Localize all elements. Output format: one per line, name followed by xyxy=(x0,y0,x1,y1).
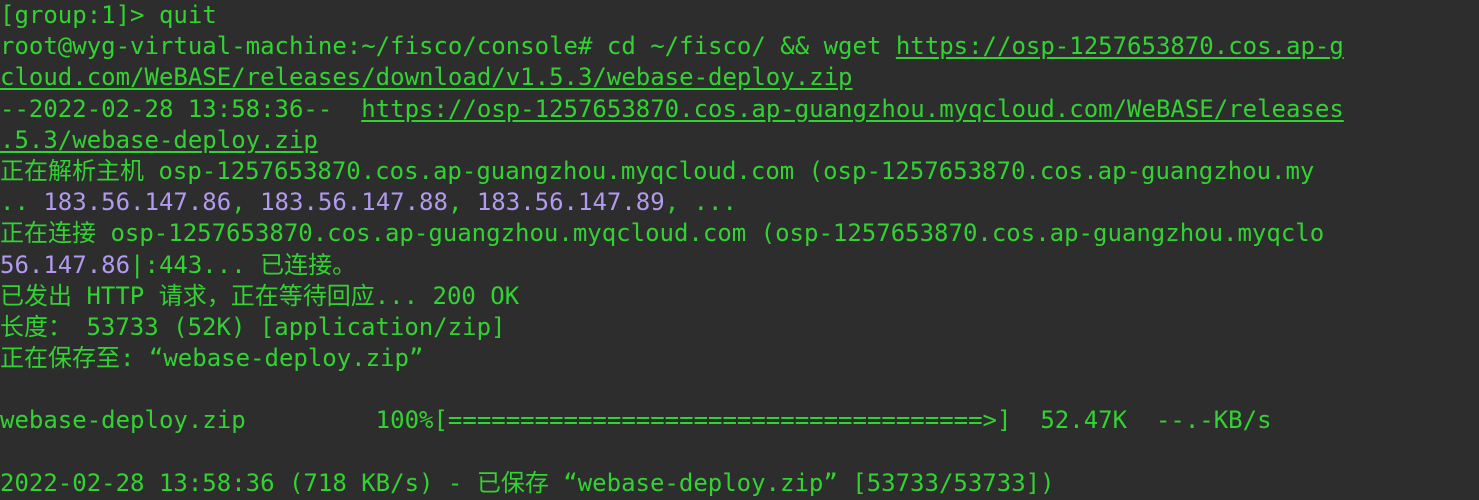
ip-separator: , xyxy=(231,188,261,217)
terminal-line-connecting: 正在连接 osp-1257653870.cos.ap-guangzhou.myq… xyxy=(0,219,1325,248)
download-url-link-continued[interactable]: cloud.com/WeBASE/releases/download/v1.5.… xyxy=(0,63,853,91)
ip-address-2: 183.56.147.88 xyxy=(260,188,448,217)
terminal-line-http-response: 已发出 HTTP 请求，正在等待回应... 200 OK xyxy=(0,281,520,310)
terminal-line-quit: [group:1]> quit xyxy=(0,1,217,29)
ip-list-prefix: .. xyxy=(0,188,44,217)
request-url-link[interactable]: https://osp-1257653870.cos.ap-guangzhou.… xyxy=(361,95,1344,123)
connected-ip: 56.147.86 xyxy=(0,250,131,279)
terminal-line-resolving-host: 正在解析主机 osp-1257653870.cos.ap-guangzhou.m… xyxy=(0,156,1315,185)
connected-status: |:443... 已连接。 xyxy=(130,250,357,279)
terminal-line-request-url-continued: .5.3/webase-deploy.zip xyxy=(0,125,1479,156)
terminal-line-command: root@wyg-virtual-machine:~/fisco/console… xyxy=(0,31,1479,62)
terminal-line-timestamp-url: --2022-02-28 13:58:36-- https://osp-1257… xyxy=(0,94,1479,125)
request-url-link-continued[interactable]: .5.3/webase-deploy.zip xyxy=(0,126,318,154)
terminal-line-saved: 2022-02-28 13:58:36 (718 KB/s) - 已保存 “we… xyxy=(0,468,1055,497)
wget-timestamp: --2022-02-28 13:58:36-- xyxy=(0,94,362,123)
terminal-line-resolved-ips: .. 183.56.147.86, 183.56.147.88, 183.56.… xyxy=(0,187,1479,218)
download-url-link[interactable]: https://osp-1257653870.cos.ap-g xyxy=(896,32,1344,60)
terminal-line-saving-to: 正在保存至: “webase-deploy.zip” xyxy=(0,344,424,373)
terminal-window[interactable]: [group:1]> quit root@wyg-virtual-machine… xyxy=(0,0,1479,500)
ip-list-suffix: , ... xyxy=(664,188,737,217)
command-text: cd ~/fisco/ && wget xyxy=(592,32,896,61)
ip-address-3: 183.56.147.89 xyxy=(476,188,665,217)
ip-address-1: 183.56.147.86 xyxy=(43,188,232,217)
terminal-line-connected: 56.147.86|:443... 已连接。 xyxy=(0,250,1479,281)
ip-separator: , xyxy=(447,188,477,217)
terminal-line-url-continued: cloud.com/WeBASE/releases/download/v1.5.… xyxy=(0,62,1479,93)
terminal-line-progress: webase-deploy.zip 100%[=================… xyxy=(0,406,1272,435)
terminal-line-length: 长度： 53733 (52K) [application/zip] xyxy=(0,312,506,341)
shell-prompt: root@wyg-virtual-machine:~/fisco/console… xyxy=(0,32,593,61)
